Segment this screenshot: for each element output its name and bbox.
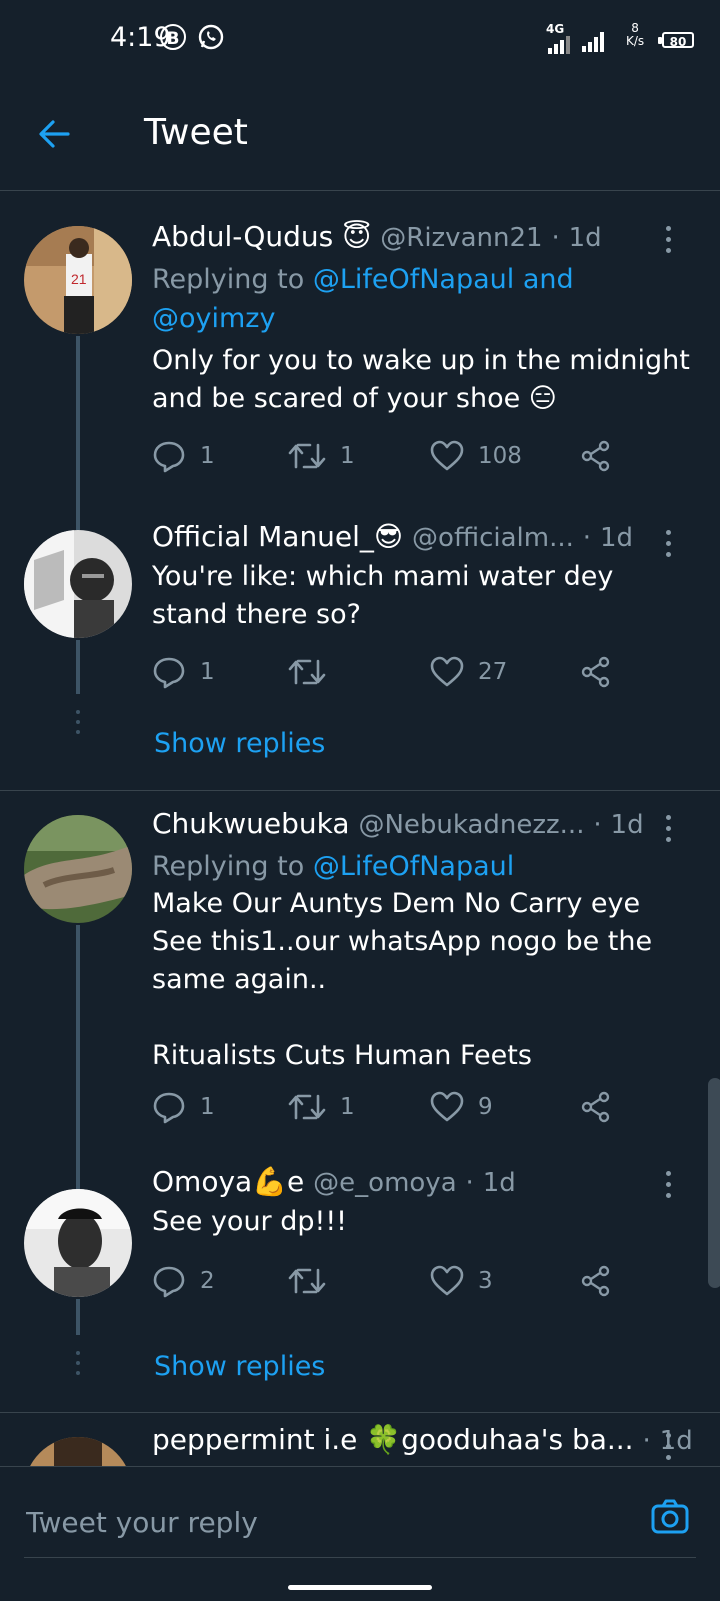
reply-button[interactable]: 1	[152, 436, 215, 476]
tweet-text: See your dp!!!	[152, 1206, 347, 1237]
tweet-author[interactable]: Abdul-Qudus 😇 @Rizvann21 · 1d	[152, 220, 602, 253]
more-options-icon[interactable]	[666, 226, 672, 259]
thread-line	[76, 1161, 80, 1189]
more-options-icon[interactable]	[666, 815, 672, 848]
reply-button[interactable]: 2	[152, 1261, 215, 1301]
thread-line	[76, 925, 80, 1161]
replying-to: Replying to @LifeOfNapaul	[152, 851, 515, 882]
tweet-actions: 1 27	[152, 652, 612, 692]
share-button[interactable]	[580, 1261, 626, 1301]
camera-icon[interactable]	[650, 1497, 690, 1541]
share-button[interactable]	[580, 436, 626, 476]
heart-icon	[430, 1265, 464, 1296]
thread-dots	[76, 710, 80, 740]
tweet-handle: @Nebukadnezz...	[358, 810, 585, 840]
tweet-time: 1d	[610, 810, 644, 840]
thread-dots	[76, 1351, 80, 1381]
top-app-bar: Tweet	[0, 80, 720, 191]
tweet-time: 1d	[568, 223, 602, 253]
thread-line	[76, 640, 80, 694]
network-speed: 8 K/s	[626, 21, 645, 48]
tweet-actions: 2 3	[152, 1261, 612, 1301]
tweet-item[interactable]: peppermint i.e 🍀gooduhaa's ba... · 1d	[0, 1413, 720, 1466]
mention-link[interactable]: @LifeOfNapaul	[313, 851, 514, 882]
signal-icon-2	[582, 32, 608, 56]
avatar[interactable]: 21	[24, 226, 132, 334]
avatar[interactable]	[24, 815, 132, 923]
tweet-author[interactable]: Chukwuebuka @Nebukadnezz... · 1d	[152, 807, 644, 840]
retweet-icon	[288, 1094, 326, 1120]
tweet-text: Only for you to wake up in the midnight …	[152, 345, 690, 414]
tweet-handle: @Rizvann21	[380, 223, 543, 253]
tweet-time: 1d	[482, 1168, 516, 1198]
avatar[interactable]	[24, 1189, 132, 1297]
tweet-text: Make Our Auntys Dem No Carry eye See thi…	[152, 888, 653, 1071]
retweet-button[interactable]: 1	[288, 1087, 355, 1127]
retweet-button[interactable]	[288, 652, 340, 692]
back-arrow-icon[interactable]	[36, 116, 72, 156]
replying-to: Replying to @LifeOfNapaul and @oyimzy	[152, 264, 574, 334]
tweet-time: 1d	[659, 1426, 693, 1456]
tweet-item[interactable]: 21 Abdul-Qudus 😇 @Rizvann21 · 1d Replyin…	[0, 190, 720, 510]
show-replies-link[interactable]: Show replies	[154, 1351, 325, 1382]
scrollbar-handle[interactable]	[708, 1078, 720, 1288]
retweet-icon	[288, 659, 326, 685]
like-button[interactable]: 9	[430, 1087, 493, 1127]
retweet-icon	[288, 1268, 326, 1294]
show-replies-link[interactable]: Show replies	[154, 728, 325, 759]
tweet-item[interactable]: Chukwuebuka @Nebukadnezz... · 1d Replyin…	[0, 791, 720, 1161]
reply-button[interactable]: 1	[152, 1087, 215, 1127]
tweet-author[interactable]: Omoya💪e @e_omoya · 1d	[152, 1165, 516, 1198]
retweet-button[interactable]	[288, 1261, 340, 1301]
heart-icon	[430, 440, 464, 471]
share-icon	[581, 1265, 610, 1297]
thread-line	[76, 1299, 80, 1335]
reply-composer	[0, 1466, 720, 1601]
like-button[interactable]: 3	[430, 1261, 493, 1301]
tweet-item[interactable]: Official Manuel_😎 @officialm... · 1d You…	[0, 510, 720, 790]
tweet-text: You're like: which mami water dey stand …	[152, 561, 614, 630]
page-title: Tweet	[144, 112, 248, 153]
share-button[interactable]	[580, 652, 626, 692]
b-app-icon: B	[160, 24, 186, 50]
like-button[interactable]: 27	[430, 652, 507, 692]
whatsapp-icon	[198, 24, 224, 54]
reply-icon	[153, 441, 185, 473]
heart-icon	[430, 656, 464, 687]
retweet-button[interactable]: 1	[288, 436, 355, 476]
share-icon	[581, 1091, 610, 1123]
more-options-icon[interactable]	[666, 1171, 672, 1204]
tweet-actions: 1 1 108	[152, 436, 612, 476]
share-icon	[581, 440, 610, 472]
network-type: 4G	[546, 22, 565, 36]
thread-line	[76, 510, 80, 530]
reply-icon	[153, 1266, 185, 1298]
gesture-nav-bar[interactable]	[288, 1585, 432, 1590]
tweet-handle: @e_omoya	[313, 1168, 457, 1198]
reply-input[interactable]	[24, 1501, 628, 1543]
signal-icon	[548, 36, 576, 58]
status-bar: 4:19 B 4G 8 K/s 80	[0, 0, 720, 80]
tweet-author[interactable]: peppermint i.e 🍀gooduhaa's ba... · 1d	[152, 1423, 693, 1456]
tweet-actions: 1 1 9	[152, 1087, 612, 1127]
share-button[interactable]	[580, 1087, 626, 1127]
tweet-item[interactable]: Omoya💪e @e_omoya · 1d See your dp!!! 2 3…	[0, 1161, 720, 1411]
reply-underline	[24, 1557, 696, 1558]
reply-button[interactable]: 1	[152, 652, 215, 692]
battery-icon: 80	[662, 32, 694, 49]
tweet-time: 1d	[599, 523, 633, 553]
reply-icon	[153, 657, 185, 689]
like-button[interactable]: 108	[430, 436, 522, 476]
tweet-author[interactable]: Official Manuel_😎 @officialm... · 1d	[152, 520, 633, 553]
more-options-icon[interactable]	[666, 1433, 672, 1466]
avatar[interactable]	[24, 1437, 132, 1466]
thread-line	[76, 336, 80, 510]
retweet-icon	[288, 443, 326, 469]
heart-icon	[430, 1091, 464, 1122]
share-icon	[581, 656, 610, 688]
avatar[interactable]	[24, 530, 132, 638]
svg-text:21: 21	[71, 271, 87, 287]
reply-icon	[153, 1092, 185, 1124]
tweet-handle: @officialm...	[412, 523, 574, 553]
